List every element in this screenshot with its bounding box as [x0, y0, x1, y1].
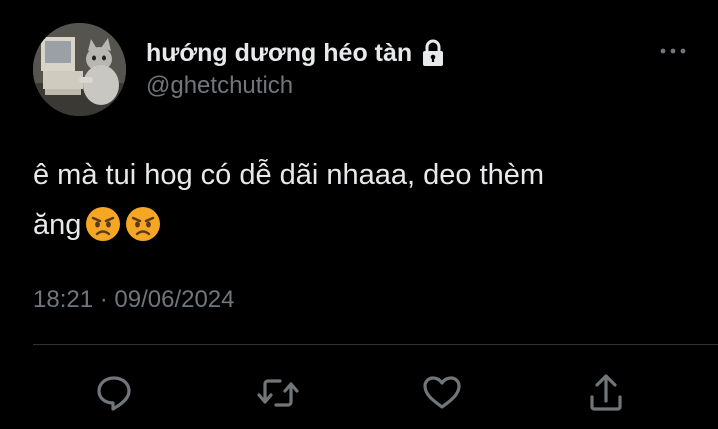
tweet-timestamp[interactable]: 18:21 · 09/06/2024 — [33, 286, 235, 314]
share-icon — [590, 374, 622, 411]
more-options-icon[interactable] — [657, 38, 689, 64]
tweet-text: ê mà tui hog có dễ dãi nhaaa, deo thèm ă… — [33, 150, 683, 250]
author-name-row: hướng dương héo tàn — [146, 37, 445, 69]
tweet-text-line-2-text: ăng — [33, 209, 82, 241]
display-name[interactable]: hướng dương héo tàn — [146, 39, 412, 68]
tweet-text-line-2: ăng — [33, 200, 683, 250]
user-handle[interactable]: @ghetchutich — [146, 72, 293, 100]
angry-face-emoji — [85, 206, 121, 242]
reply-button[interactable] — [92, 371, 136, 415]
avatar-image — [33, 23, 126, 116]
tweet-card: hướng dương héo tàn @ghetchutich ê mà tu… — [0, 0, 718, 429]
angry-face-emoji — [125, 206, 161, 242]
like-button[interactable] — [420, 371, 464, 415]
lock-icon — [421, 39, 445, 67]
reply-icon — [97, 376, 131, 411]
share-button[interactable] — [584, 371, 628, 415]
like-icon — [423, 376, 461, 409]
retweet-icon — [257, 379, 299, 407]
tweet-text-line-1: ê mà tui hog có dễ dãi nhaaa, deo thèm — [33, 159, 545, 191]
avatar[interactable] — [33, 23, 126, 116]
divider — [33, 344, 718, 345]
retweet-button[interactable] — [256, 371, 300, 415]
